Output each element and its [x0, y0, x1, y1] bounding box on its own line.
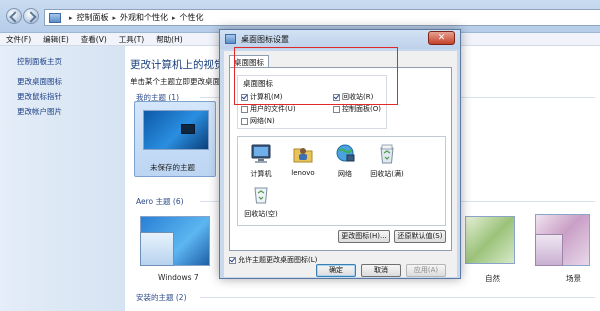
- checkbox-box[interactable]: [241, 105, 248, 113]
- ok-button[interactable]: 确定: [316, 264, 356, 277]
- breadcrumb-item-appearance[interactable]: 外观和个性化: [120, 12, 168, 23]
- theme-windows7-label: Windows 7: [158, 273, 199, 282]
- icon-item-recycle-bin-empty[interactable]: 回收站(空): [240, 183, 282, 219]
- checkbox-allow-themes[interactable]: 允许主题更改桌面图标(L): [229, 255, 317, 265]
- control-panel-icon: [49, 12, 61, 23]
- theme-swatch: [140, 232, 174, 266]
- checkbox-box[interactable]: [241, 117, 248, 125]
- chevron-right-icon: ▸: [112, 13, 117, 22]
- section-installed-themes[interactable]: 安装的主题 (2): [136, 292, 187, 303]
- checkbox-network[interactable]: 网络(N): [241, 116, 275, 126]
- icon-item-recycle-bin-full[interactable]: 回收站(满): [366, 143, 408, 179]
- checkbox-box[interactable]: [229, 256, 236, 264]
- icon-label: 回收站(满): [370, 170, 404, 178]
- icon-list: 计算机 lenovo 网络 回收站(满) 回收站(空): [237, 136, 446, 226]
- breadcrumb: ▸ 控制面板 ▸ 外观和个性化 ▸ 个性化: [65, 12, 204, 23]
- back-button[interactable]: [6, 8, 22, 24]
- icon-item-network[interactable]: 网络: [324, 143, 366, 179]
- checkbox-label: 网络(N): [250, 117, 275, 125]
- recycle-bin-empty-icon: [254, 187, 268, 204]
- left-pane: 控制面板主页 更改桌面图标 更改鼠标指针 更改帐户图片: [0, 46, 125, 311]
- checkbox-label: 允许主题更改桌面图标(L): [238, 256, 318, 264]
- menu-file[interactable]: 文件(F): [0, 34, 37, 45]
- menu-edit[interactable]: 编辑(E): [37, 34, 75, 45]
- icon-label: 回收站(空): [244, 210, 278, 218]
- forward-button[interactable]: [23, 8, 39, 24]
- chevron-right-icon: ▸: [172, 13, 176, 22]
- dialog-title: 桌面图标设置: [241, 35, 289, 44]
- apply-button[interactable]: 应用(A): [406, 264, 446, 277]
- breadcrumb-item-control-panel[interactable]: 控制面板: [77, 12, 109, 23]
- theme-swatch: [535, 234, 563, 266]
- link-control-panel-home[interactable]: 控制面板主页: [17, 56, 62, 67]
- checkbox-label: 用户的文件(U): [250, 105, 296, 113]
- desktop-icon: [225, 34, 236, 44]
- change-icon-button[interactable]: 更改图标(H)...: [338, 230, 390, 243]
- network-icon: [336, 144, 355, 162]
- icon-item-user-files[interactable]: lenovo: [282, 143, 324, 177]
- icon-item-computer[interactable]: 计算机: [240, 143, 282, 179]
- desktop-icon-settings-dialog: 桌面图标设置 ✕ 桌面图标 桌面图标 计算机(M) 回收站(R) 用户的文件(U…: [219, 29, 461, 279]
- computer-icon: [251, 144, 271, 163]
- icon-label: 计算机: [250, 170, 272, 178]
- menu-help[interactable]: 帮助(H): [150, 34, 189, 45]
- theme-nature[interactable]: [465, 216, 515, 264]
- cancel-button[interactable]: 取消: [361, 264, 401, 277]
- address-bar[interactable]: ▸ 控制面板 ▸ 外观和个性化 ▸ 个性化: [44, 9, 600, 26]
- icon-label: 网络: [338, 170, 352, 178]
- breadcrumb-item-personalization[interactable]: 个性化: [180, 12, 204, 23]
- link-change-mouse-pointer[interactable]: 更改鼠标指针: [17, 91, 62, 102]
- icon-label: lenovo: [291, 169, 315, 177]
- section-aero-themes[interactable]: Aero 主题 (6): [136, 196, 184, 207]
- highlight-annotation: [234, 47, 398, 105]
- theme-unsaved-label: 未保存的主题: [150, 163, 195, 172]
- link-change-desktop-icons[interactable]: 更改桌面图标: [17, 76, 62, 87]
- theme-nature-label: 自然: [485, 274, 500, 283]
- menu-tools[interactable]: 工具(T): [113, 34, 150, 45]
- chevron-right-icon: ▸: [69, 13, 73, 22]
- close-button[interactable]: ✕: [428, 31, 455, 45]
- checkbox-box[interactable]: [333, 105, 340, 113]
- monitor-icon: [181, 124, 195, 134]
- recycle-bin-full-icon: [380, 144, 394, 164]
- restore-default-button[interactable]: 还原默认值(S): [394, 230, 446, 243]
- checkbox-user-files[interactable]: 用户的文件(U): [241, 104, 296, 114]
- menu-view[interactable]: 查看(V): [75, 34, 113, 45]
- theme-scenes-label: 场景: [566, 274, 581, 283]
- theme-thumbnail: [143, 110, 209, 150]
- page-subtitle: 单击某个主题立即更改桌面背: [130, 77, 228, 86]
- checkbox-label: 控制面板(O): [342, 105, 381, 113]
- divider: [200, 297, 595, 298]
- checkbox-control-panel[interactable]: 控制面板(O): [333, 104, 381, 114]
- user-folder-icon: [293, 148, 313, 163]
- theme-unsaved[interactable]: 未保存的主题: [134, 101, 216, 177]
- link-change-account-picture[interactable]: 更改帐户图片: [17, 106, 62, 117]
